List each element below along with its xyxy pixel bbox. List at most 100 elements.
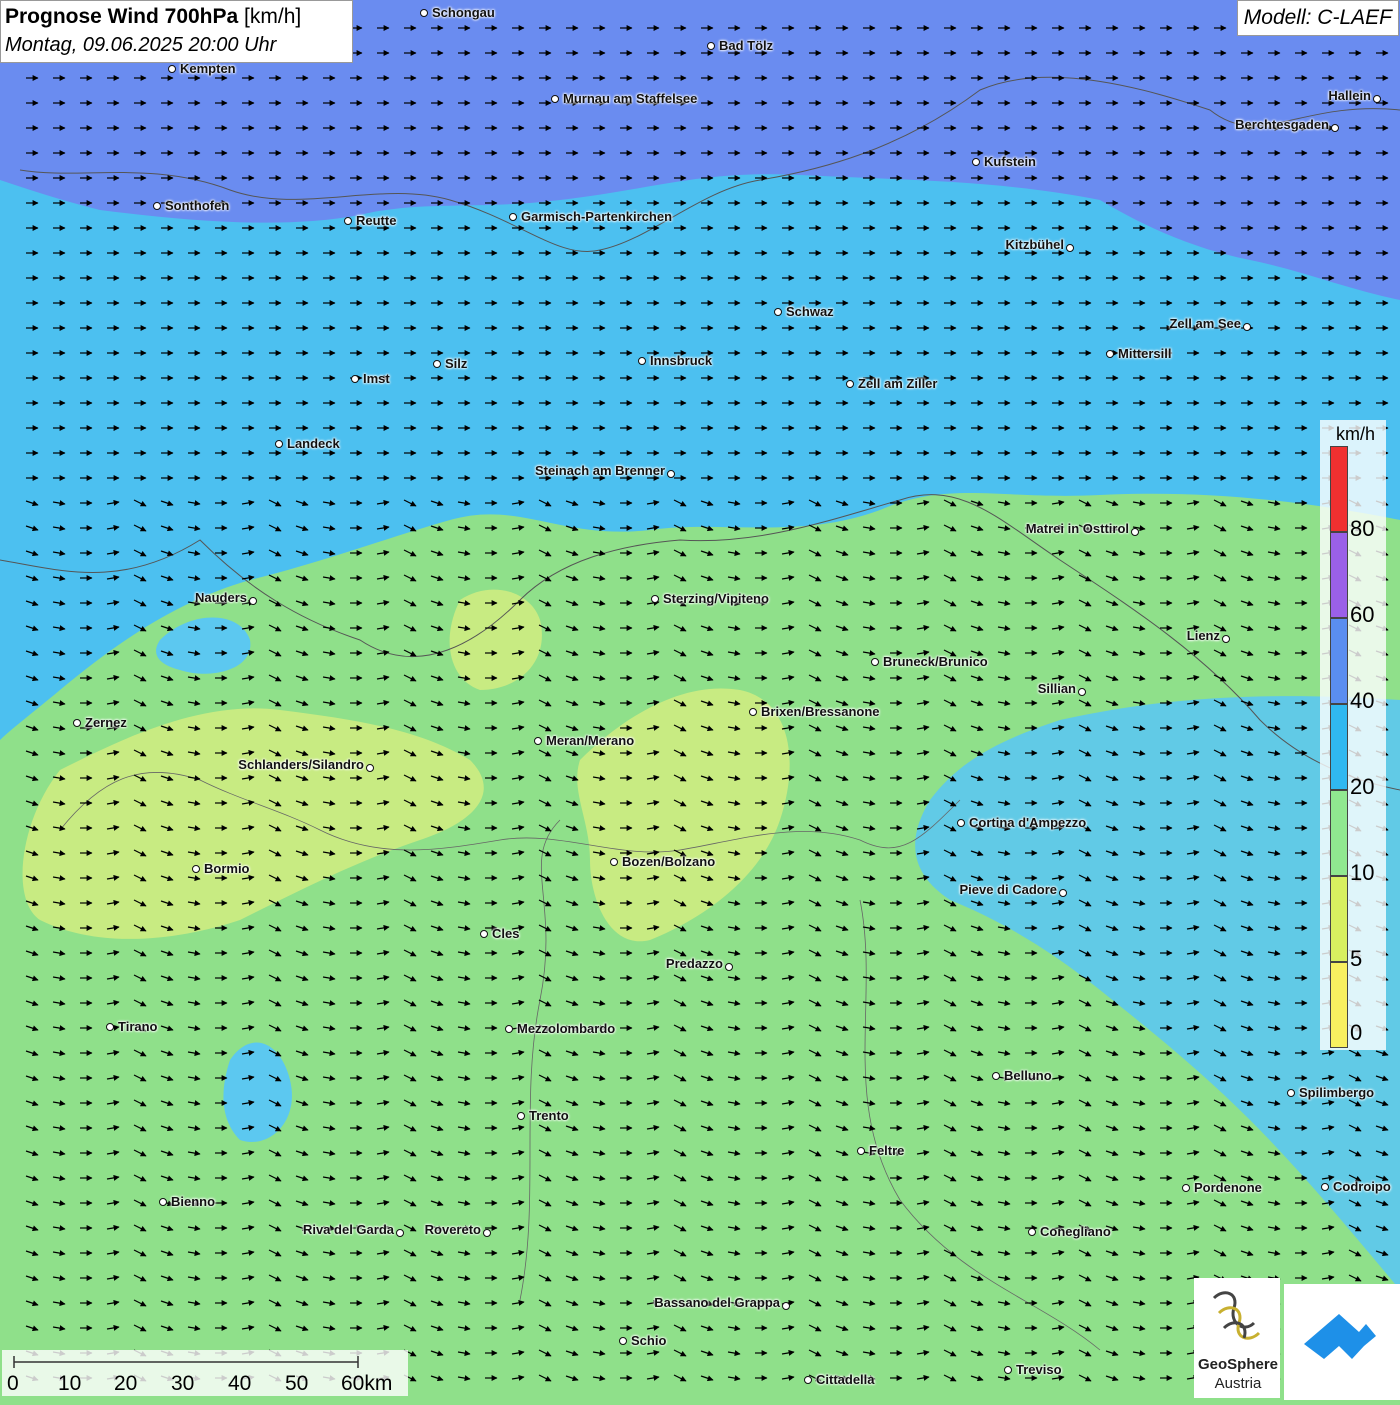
city-marker xyxy=(106,1023,114,1031)
city-label: Garmisch-Partenkirchen xyxy=(521,209,673,224)
city-marker xyxy=(420,9,428,17)
app-logo[interactable] xyxy=(1284,1284,1400,1400)
city-label: Meran/Merano xyxy=(546,733,635,748)
legend-swatch xyxy=(1330,790,1348,876)
city-label: Murnau am Staffelsee xyxy=(563,91,698,106)
city-label: Kempten xyxy=(180,61,236,76)
city-label: Schwaz xyxy=(786,304,834,319)
legend-swatch xyxy=(1330,446,1348,532)
city-marker xyxy=(159,1198,167,1206)
scale-label: 60km xyxy=(341,1372,393,1395)
city-label: Bozen/Bolzano xyxy=(622,854,716,869)
city-marker xyxy=(480,930,488,938)
city-label: Silz xyxy=(445,356,468,371)
city-label: Bad Tölz xyxy=(719,38,774,53)
city-label: Hallein xyxy=(1328,88,1371,103)
city-marker xyxy=(972,158,980,166)
city-marker xyxy=(1243,323,1251,331)
city-label: Kitzbühel xyxy=(1005,237,1065,252)
city-marker xyxy=(846,380,854,388)
legend-label: 0 xyxy=(1350,1020,1363,1045)
city-marker xyxy=(1131,528,1139,536)
city-label: Cortina d'Ampezzo xyxy=(969,815,1087,830)
city-label: Sterzing/Vipiteno xyxy=(663,591,769,606)
model-label: Modell: C-LAEF xyxy=(1236,0,1399,36)
city-marker xyxy=(610,858,618,866)
city-label: Sonthofen xyxy=(165,198,230,213)
legend-swatch xyxy=(1330,876,1348,962)
city-marker xyxy=(1059,889,1067,897)
city-marker xyxy=(344,217,352,225)
scale-label: 40 xyxy=(228,1372,252,1395)
city-marker xyxy=(366,764,374,772)
city-label: Bormio xyxy=(204,861,250,876)
city-marker xyxy=(1028,1228,1036,1236)
city-marker xyxy=(725,963,733,971)
city-label: Belluno xyxy=(1004,1068,1052,1083)
city-label: Bassano del Grappa xyxy=(654,1295,780,1310)
city-label: Imst xyxy=(363,371,390,386)
scale-label: 30 xyxy=(171,1372,195,1395)
city-label: Pordenone xyxy=(1194,1180,1262,1195)
city-marker xyxy=(192,865,200,873)
city-label: Nauders xyxy=(194,590,247,605)
city-marker xyxy=(1182,1184,1190,1192)
city-label: Treviso xyxy=(1016,1362,1062,1377)
city-marker xyxy=(433,360,441,368)
city-label: Bruneck/Brunico xyxy=(883,654,988,669)
city-marker xyxy=(168,65,176,73)
city-label: Berchtesgaden xyxy=(1235,117,1329,132)
legend-label: 60 xyxy=(1350,602,1375,627)
city-label: Trento xyxy=(529,1108,569,1123)
city-marker xyxy=(1373,95,1381,103)
city-marker xyxy=(1321,1183,1329,1191)
scale-label: 50 xyxy=(285,1372,309,1395)
geosphere-logo-icon xyxy=(1212,1291,1261,1340)
city-label: Kufstein xyxy=(984,154,1036,169)
city-marker xyxy=(782,1302,790,1310)
city-marker xyxy=(1331,124,1339,132)
city-marker xyxy=(73,719,81,727)
legend-label: 5 xyxy=(1350,946,1363,971)
city-marker xyxy=(505,1025,513,1033)
city-label: Schio xyxy=(631,1333,667,1348)
title-unit: [km/h] xyxy=(244,5,302,28)
map-title: Prognose Wind 700hPa [km/h] xyxy=(5,3,348,31)
legend-swatch xyxy=(1330,704,1348,790)
city-marker xyxy=(534,737,542,745)
city-label: Mezzolombardo xyxy=(517,1021,616,1036)
app-logo-icon xyxy=(1304,1314,1376,1359)
city-label: Cittadella xyxy=(816,1372,875,1387)
city-marker xyxy=(707,42,715,50)
city-label: Sillian xyxy=(1037,681,1076,696)
scale-label: 0 xyxy=(7,1372,19,1395)
city-label: Zell am Ziller xyxy=(858,376,938,391)
city-label: Zell am See xyxy=(1169,316,1241,331)
city-marker xyxy=(249,597,257,605)
legend-label: 80 xyxy=(1350,516,1375,541)
forecast-datetime: Montag, 09.06.2025 20:00 Uhr xyxy=(5,34,277,56)
city-label: Predazzo xyxy=(665,956,723,971)
city-label: Cles xyxy=(492,926,520,941)
city-marker xyxy=(351,375,359,383)
city-marker xyxy=(1078,688,1086,696)
title-main: Prognose Wind 700hPa xyxy=(5,5,239,28)
city-marker xyxy=(804,1376,812,1384)
city-label: Pieve di Cadore xyxy=(959,882,1057,897)
legend-unit: km/h xyxy=(1336,424,1376,444)
legend-label: 20 xyxy=(1350,774,1375,799)
legend-swatch xyxy=(1330,532,1348,618)
legend-label: 10 xyxy=(1350,860,1375,885)
city-marker xyxy=(1066,244,1074,252)
city-marker xyxy=(957,819,965,827)
city-label: Bienno xyxy=(171,1194,216,1209)
legend-label: 40 xyxy=(1350,688,1375,713)
city-label: Innsbruck xyxy=(650,353,713,368)
city-label: Reutte xyxy=(356,213,397,228)
scale-label: 20 xyxy=(114,1372,138,1395)
city-marker xyxy=(275,440,283,448)
city-label: Feltre xyxy=(869,1143,905,1158)
city-label: Landeck xyxy=(287,436,340,451)
city-marker xyxy=(396,1229,404,1237)
city-label: Rovereto xyxy=(424,1222,481,1237)
